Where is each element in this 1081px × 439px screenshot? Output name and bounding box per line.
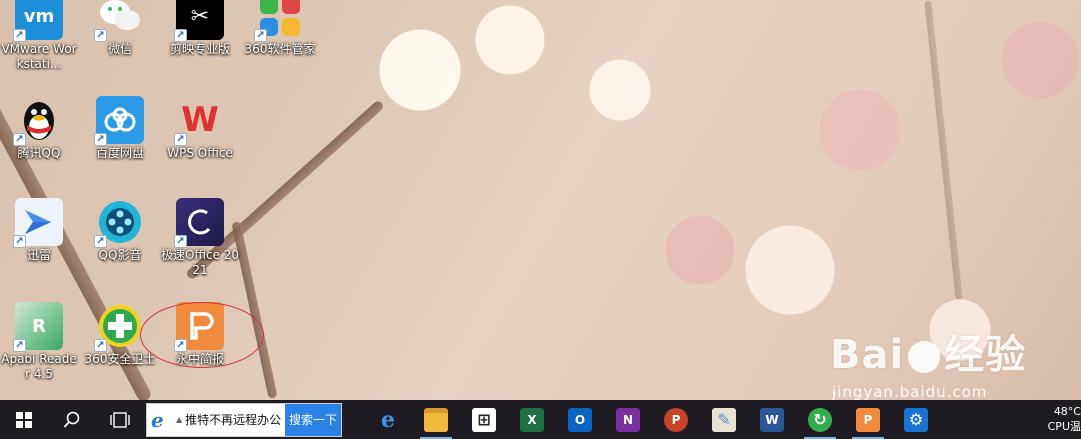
search-query-text[interactable]: 推特不再远程办公: [185, 411, 285, 428]
360-software-icon: ↗: [254, 0, 304, 42]
taskbar-app-store[interactable]: ⊞: [460, 400, 508, 439]
wechat-icon: ↗: [94, 0, 144, 42]
desktop-icon-label: 360安全卫士: [84, 352, 156, 366]
desktop-icon-jianying[interactable]: ✂ ↗ 剪映专业版: [165, 0, 235, 57]
ie-search-box[interactable]: e ▲ 推特不再远程办公 搜索一下: [146, 402, 342, 437]
taskbar-app-update[interactable]: ↻: [796, 400, 844, 439]
cpu-temp-label: CPU温: [1047, 420, 1081, 433]
search-icon: [63, 411, 80, 428]
apabi-reader-icon: R ↗: [13, 302, 63, 352]
jianying-icon: ✂ ↗: [174, 0, 224, 42]
desktop-icon-vmware[interactable]: vm ↗ VMware Workstati...: [1, 0, 77, 72]
windows-icon: [16, 411, 32, 428]
wps-icon: W ↗: [174, 96, 224, 146]
desktop-icon-label: WPS Office: [167, 146, 233, 160]
taskbar-app-paint[interactable]: ✎: [700, 400, 748, 439]
excel-icon: X: [520, 407, 544, 432]
desktop-icon-label: 迅雷: [26, 248, 51, 262]
task-view-icon: [110, 411, 130, 428]
desktop-icon-wps[interactable]: W ↗ WPS Office: [165, 96, 235, 161]
taskbar: e ▲ 推特不再远程办公 搜索一下 e ⊞ X O N P ✎ W ↻ P ⚙ …: [0, 400, 1081, 439]
store-icon: ⊞: [472, 407, 496, 432]
desktop-icon-qq[interactable]: ↗ 腾讯QQ: [4, 96, 74, 161]
paint-icon: ✎: [712, 407, 736, 432]
settings-icon: ⚙: [904, 407, 928, 432]
search-button[interactable]: [48, 400, 96, 439]
desktop-icon-label: 极速Office 2021: [160, 248, 240, 277]
search-submit-button[interactable]: 搜索一下: [284, 403, 341, 436]
desktop-icon-baidu-netdisk[interactable]: ↗ 百度网盘: [85, 96, 155, 161]
desktop-icon-label: Apabi Reader 4.5: [1, 352, 77, 381]
thunder-icon: ↗: [13, 198, 63, 248]
system-tray-cpu-temp[interactable]: 48°C CPU温: [1041, 400, 1081, 439]
taskbar-app-onenote[interactable]: N: [604, 400, 652, 439]
baidu-netdisk-icon: ↗: [94, 96, 144, 146]
outlook-icon: O: [568, 407, 592, 432]
watermark-url: jingyan.baidu.com: [832, 383, 988, 401]
taskbar-app-powerpoint[interactable]: P: [652, 400, 700, 439]
ie-icon: e: [151, 407, 164, 432]
vmware-icon: vm ↗: [13, 0, 63, 42]
word-icon: W: [760, 407, 784, 432]
jisu-office-icon: ↗: [174, 198, 224, 248]
desktop-icon-jisu-office[interactable]: ↗ 极速Office 2021: [161, 198, 239, 278]
taskbar-app-edge[interactable]: e: [364, 400, 412, 439]
taskbar-app-yozo-slides[interactable]: P: [844, 400, 892, 439]
desktop-icon-360-software[interactable]: ↗ 360软件管家: [245, 0, 315, 57]
highlight-circle: [140, 302, 264, 368]
paw-icon: [908, 341, 941, 373]
desktop-icon-apabi[interactable]: R ↗ Apabi Reader 4.5: [1, 302, 77, 382]
file-explorer-icon: [424, 407, 448, 432]
powerpoint-icon: P: [664, 407, 688, 432]
desktop-icon-label: 百度网盘: [95, 146, 144, 160]
qq-icon: ↗: [13, 96, 63, 146]
start-button[interactable]: [0, 400, 48, 439]
edge-icon: e: [381, 406, 395, 433]
onenote-icon: N: [616, 407, 640, 432]
yozo-slides-taskbar-icon: P: [856, 407, 880, 432]
desktop-icon-label: 剪映专业版: [169, 42, 230, 56]
desktop-icon-wechat[interactable]: ↗ 微信: [85, 0, 155, 57]
desktop-icon-thunder[interactable]: ↗ 迅雷: [4, 198, 74, 263]
baidu-jingyan-watermark: Bai 经验: [830, 332, 1027, 378]
taskbar-app-outlook[interactable]: O: [556, 400, 604, 439]
desktop-icon-label: 腾讯QQ: [17, 146, 61, 160]
taskbar-app-word[interactable]: W: [748, 400, 796, 439]
update-icon: ↻: [808, 407, 832, 432]
desktop-icon-label: QQ影音: [98, 248, 142, 262]
desktop-icon-label: VMware Workstati...: [1, 42, 77, 71]
desktop-icon-qq-player[interactable]: ↗ QQ影音: [85, 198, 155, 263]
taskbar-app-excel[interactable]: X: [508, 400, 556, 439]
task-view-button[interactable]: [96, 400, 144, 439]
desktop-icon-label: 微信: [107, 42, 132, 56]
360-security-icon: ↗: [94, 302, 144, 352]
desktop-icon-label: 360软件管家: [244, 42, 316, 56]
cpu-temp-value: 48°C: [1053, 405, 1081, 418]
taskbar-app-file-explorer[interactable]: [412, 400, 460, 439]
taskbar-app-settings[interactable]: ⚙: [892, 400, 940, 439]
dropdown-caret-icon[interactable]: ▲: [176, 415, 182, 424]
qq-player-icon: ↗: [94, 198, 144, 248]
